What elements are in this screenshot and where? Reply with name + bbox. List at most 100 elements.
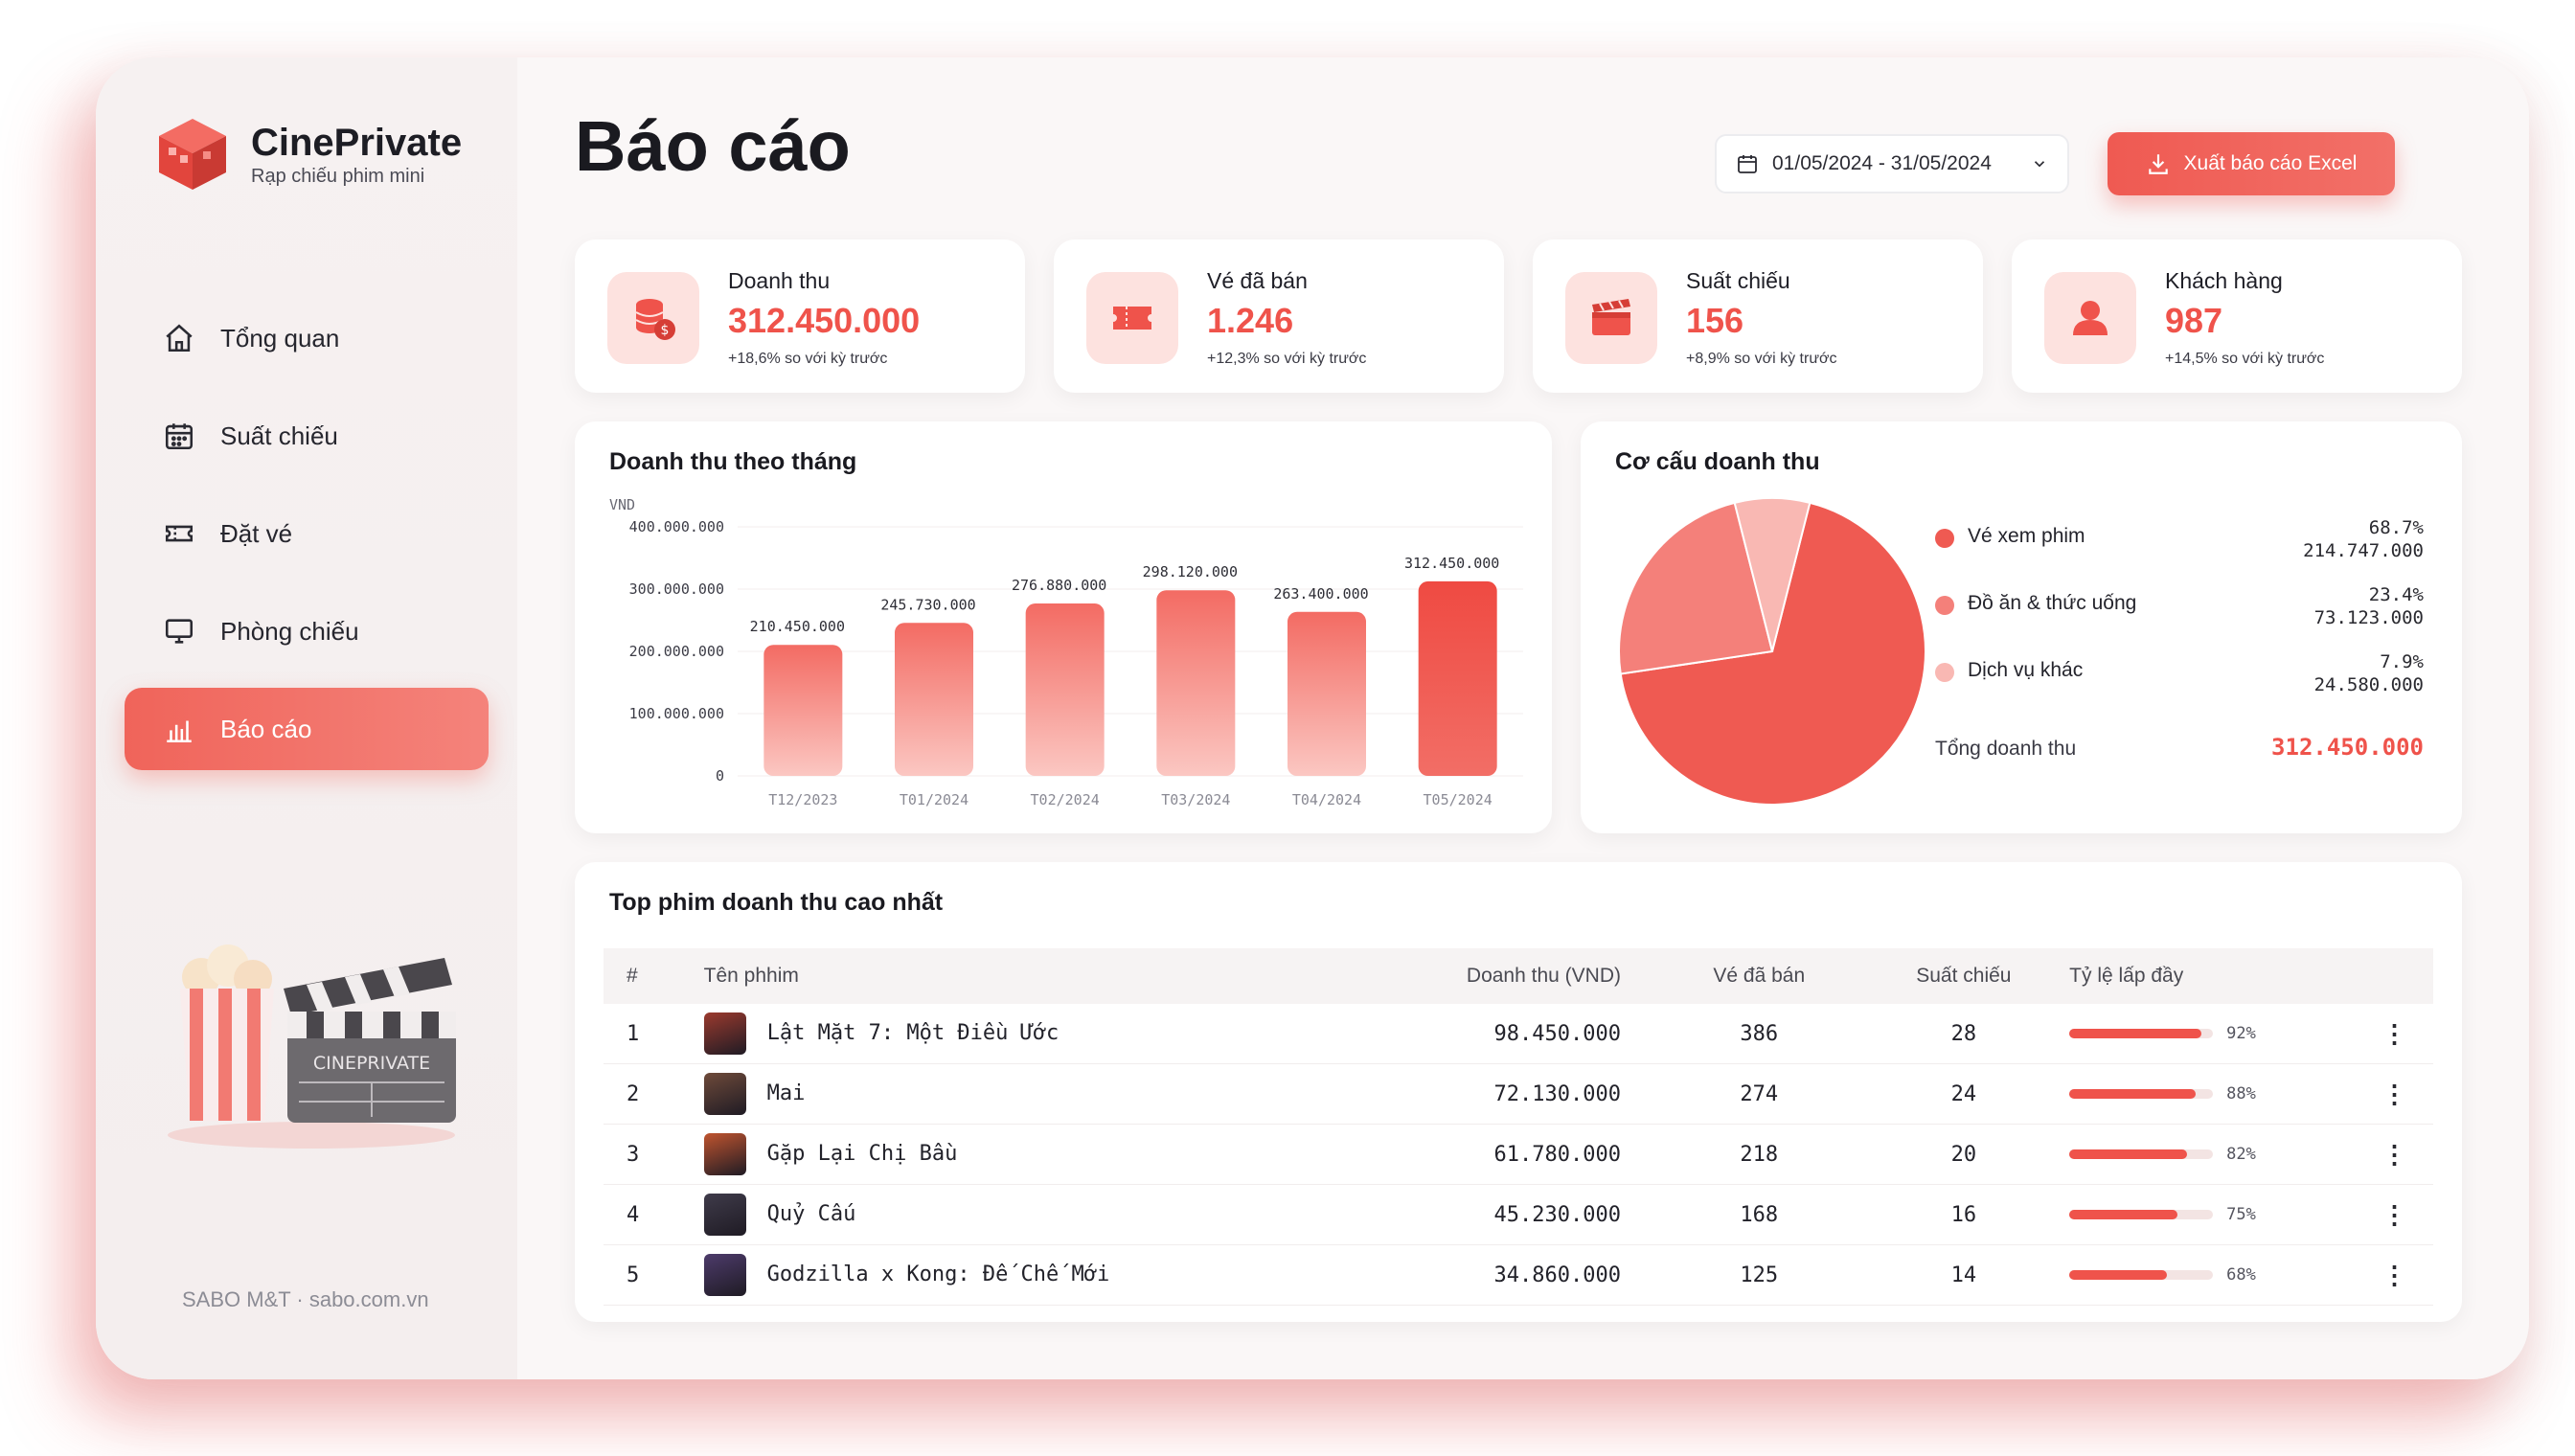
bar-value-label: 210.450.000	[750, 618, 845, 635]
table-header-row: # Tên phhim Doanh thu (VND) Vé đã bán Su…	[604, 948, 2433, 1004]
column-header-actions	[2356, 948, 2433, 1004]
table-row[interactable]: 4 Quỷ Cấu 45.230.000 168 16 75% ⋮	[604, 1184, 2433, 1245]
sidebar-item-rooms[interactable]: Phòng chiếu	[125, 590, 489, 672]
column-header: #	[604, 948, 703, 1004]
x-tick-label: T03/2024	[1161, 791, 1230, 808]
stat-change: +12,3% so với kỳ trước	[1207, 351, 1367, 367]
row-index: 3	[604, 1124, 703, 1185]
movie-tickets: 125	[1658, 1244, 1859, 1306]
x-tick-label: T05/2024	[1424, 791, 1493, 808]
movie-tickets: 168	[1658, 1184, 1859, 1245]
bar	[1025, 603, 1105, 776]
sidebar-item-label: Phòng chiếu	[220, 616, 359, 646]
movie-title: Gặp Lại Chị Bầu	[766, 1142, 958, 1166]
more-options-icon[interactable]: ⋮	[2382, 1261, 2407, 1289]
legend-percent: 7.9%	[2380, 651, 2424, 672]
bar	[1156, 590, 1236, 776]
legend-name: Đồ ăn & thức uống	[1968, 592, 2137, 614]
row-index: 4	[604, 1184, 703, 1245]
occupancy-track	[2069, 1089, 2214, 1099]
bar	[1288, 611, 1366, 776]
occupancy-percent: 68%	[2226, 1265, 2256, 1285]
stat-value: 987	[2165, 301, 2223, 340]
y-tick-label: 100.000.000	[629, 705, 724, 722]
app-window: CinePrivate Rạp chiếu phim mini Tổng qua…	[96, 57, 2529, 1379]
column-header[interactable]: Vé đã bán	[1658, 948, 1859, 1004]
stat-change: +8,9% so với kỳ trước	[1686, 351, 1837, 367]
table-row[interactable]: 1 Lật Mặt 7: Một Điều Ước 98.450.000 386…	[604, 1004, 2433, 1064]
table-row[interactable]: 3 Gặp Lại Chị Bầu 61.780.000 218 20 82% …	[604, 1124, 2433, 1185]
stat-label: Khách hàng	[2165, 268, 2283, 293]
column-header[interactable]: Suất chiếu	[1858, 948, 2069, 1004]
ticket-icon	[165, 525, 194, 542]
movie-poster	[703, 1254, 746, 1296]
column-header[interactable]: Tỷ lệ lấp đầy	[2068, 948, 2357, 1004]
movie-showtimes: 20	[1858, 1124, 2069, 1185]
occupancy-percent: 92%	[2226, 1024, 2256, 1043]
column-header[interactable]: Doanh thu (VND)	[1307, 948, 1659, 1004]
movie-revenue: 45.230.000	[1307, 1184, 1659, 1245]
more-options-icon[interactable]: ⋮	[2382, 1140, 2407, 1169]
bar	[763, 645, 843, 776]
more-options-icon[interactable]: ⋮	[2382, 1200, 2407, 1229]
movie-revenue: 98.450.000	[1307, 1004, 1659, 1064]
y-tick-label: 400.000.000	[629, 518, 724, 535]
occupancy-track	[2069, 1149, 2214, 1159]
column-header[interactable]: Tên phhim	[702, 948, 1308, 1004]
occupancy-bar	[2069, 1029, 2202, 1038]
sidebar-item-reports[interactable]: Báo cáo	[125, 688, 489, 770]
sidebar-item-showtimes[interactable]: Suất chiếu	[125, 395, 489, 477]
date-range-picker[interactable]: 01/05/2024 - 31/05/2024	[1715, 134, 2069, 193]
date-range-value: 01/05/2024 - 31/05/2024	[1772, 152, 1992, 174]
row-index: 1	[604, 1004, 703, 1064]
download-icon	[2148, 154, 2168, 174]
stat-card-revenue: $ Doanh thu 312.450.000 +18,6% so với kỳ…	[575, 239, 1025, 393]
table-row[interactable]: 2 Mai 72.130.000 274 24 88% ⋮	[604, 1063, 2433, 1125]
top-movies-panel: Top phim doanh thu cao nhất # Tên phhim …	[575, 862, 2462, 1322]
legend-swatch	[1935, 596, 1954, 615]
revenue-breakdown-panel: Cơ cấu doanh thu Vé xem phim 68.7% 214.7…	[1581, 421, 2462, 833]
stat-label: Doanh thu	[728, 268, 831, 293]
legend-percent: 68.7%	[2368, 517, 2424, 538]
promo-illustration: CINEPRIVATE	[153, 920, 469, 1149]
bar-value-label: 245.730.000	[880, 596, 975, 613]
stat-label: Vé đã bán	[1207, 268, 1308, 293]
brand-tagline: Rạp chiếu phim mini	[251, 165, 425, 187]
bar	[1418, 580, 1497, 776]
sidebar-item-label: Tổng quan	[220, 323, 340, 353]
y-tick-label: 300.000.000	[629, 580, 724, 598]
clapperboard-icon	[1565, 272, 1657, 364]
logo-icon	[153, 115, 232, 193]
movie-poster	[703, 1012, 746, 1055]
sidebar-item-label: Đặt vé	[220, 518, 293, 548]
table-row[interactable]: 5 Godzilla x Kong: Đế Chế Mới 34.860.000…	[604, 1244, 2433, 1306]
legend-amount: 214.747.000	[2303, 540, 2424, 561]
revenue-breakdown-chart	[1618, 497, 1926, 806]
movie-poster	[703, 1133, 746, 1175]
ticket-icon	[1086, 272, 1178, 364]
movie-showtimes: 16	[1858, 1184, 2069, 1245]
movie-tickets: 386	[1658, 1004, 1859, 1064]
movie-title: Lật Mặt 7: Một Điều Ước	[766, 1021, 1060, 1045]
sidebar-item-label: Báo cáo	[220, 714, 312, 743]
more-options-icon[interactable]: ⋮	[2382, 1080, 2407, 1108]
sidebar-item-booking[interactable]: Đặt vé	[125, 492, 489, 575]
monthly-revenue-panel: Doanh thu theo tháng VND 0 100.000.000 200.…	[575, 421, 1552, 833]
export-excel-label: Xuất báo cáo Excel	[2183, 152, 2358, 174]
total-value: 312.450.000	[2271, 734, 2424, 761]
bar-value-label: 263.400.000	[1273, 585, 1368, 603]
sidebar-item-overview[interactable]: Tổng quan	[125, 297, 489, 379]
movie-tickets: 218	[1658, 1124, 1859, 1185]
footer-credit: SABO M&T · sabo.com.vn	[182, 1287, 429, 1311]
movie-showtimes: 24	[1858, 1063, 2069, 1125]
occupancy-percent: 82%	[2226, 1145, 2256, 1164]
more-options-icon[interactable]: ⋮	[2382, 1019, 2407, 1048]
monitor-icon	[165, 619, 194, 644]
legend-name: Vé xem phim	[1968, 525, 2085, 547]
legend-item: Đồ ăn & thức uống 23.4% 73.123.000	[1935, 584, 2424, 651]
movie-title: Mai	[766, 1081, 806, 1105]
x-tick-label: T12/2023	[768, 791, 837, 808]
export-excel-button[interactable]: Xuất báo cáo Excel	[2108, 132, 2395, 195]
stat-label: Suất chiếu	[1686, 268, 1790, 293]
bar-value-label: 298.120.000	[1143, 563, 1238, 580]
